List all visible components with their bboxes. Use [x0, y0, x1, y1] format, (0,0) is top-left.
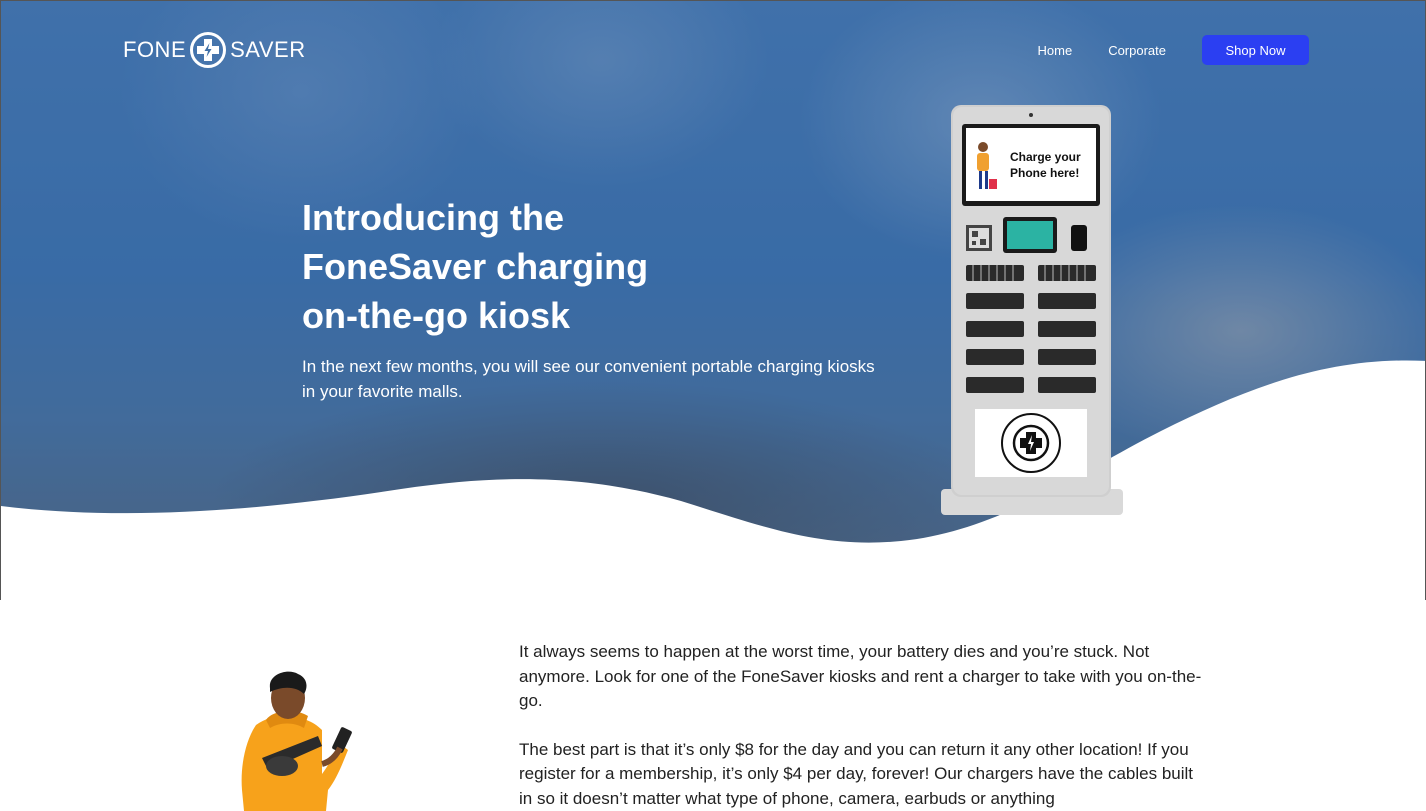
kiosk-screen-text: Phone here!: [1010, 166, 1079, 180]
medical-cross-bolt-icon: [190, 32, 227, 68]
intro-paragraph: It always seems to happen at the worst t…: [519, 642, 1202, 710]
hero-title-line: Introducing the: [302, 197, 564, 238]
hero-title: Introducing the FoneSaver charging on-th…: [302, 193, 722, 340]
hero-title-line: on-the-go kiosk: [302, 295, 570, 336]
hero-title-line: FoneSaver charging: [302, 246, 649, 287]
person-holding-phone-illustration: [241, 671, 352, 811]
kiosk-screen-text: Charge your: [1010, 150, 1081, 164]
logo-text-fone: FONE: [123, 37, 187, 62]
hero-subtitle: In the next few months, you will see our…: [302, 357, 875, 401]
logo-text-saver: SAVER: [230, 37, 306, 62]
nav-home-link[interactable]: Home: [1038, 43, 1073, 58]
fonesaver-logo[interactable]: FONE SAVER: [123, 31, 306, 69]
nav-corporate-link[interactable]: Corporate: [1108, 43, 1166, 58]
shop-now-button[interactable]: Shop Now: [1202, 35, 1309, 65]
intro-content: It always seems to happen at the worst t…: [519, 640, 1209, 811]
hero-section: FONE SAVER Home Corporate Shop Now Intro…: [0, 0, 1426, 600]
main-nav: Home Corporate Shop Now: [1038, 35, 1309, 65]
intro-paragraph: The best part is that it’s only $8 for t…: [519, 739, 1194, 808]
charging-kiosk-image: Charge your Phone here!: [941, 105, 1123, 515]
